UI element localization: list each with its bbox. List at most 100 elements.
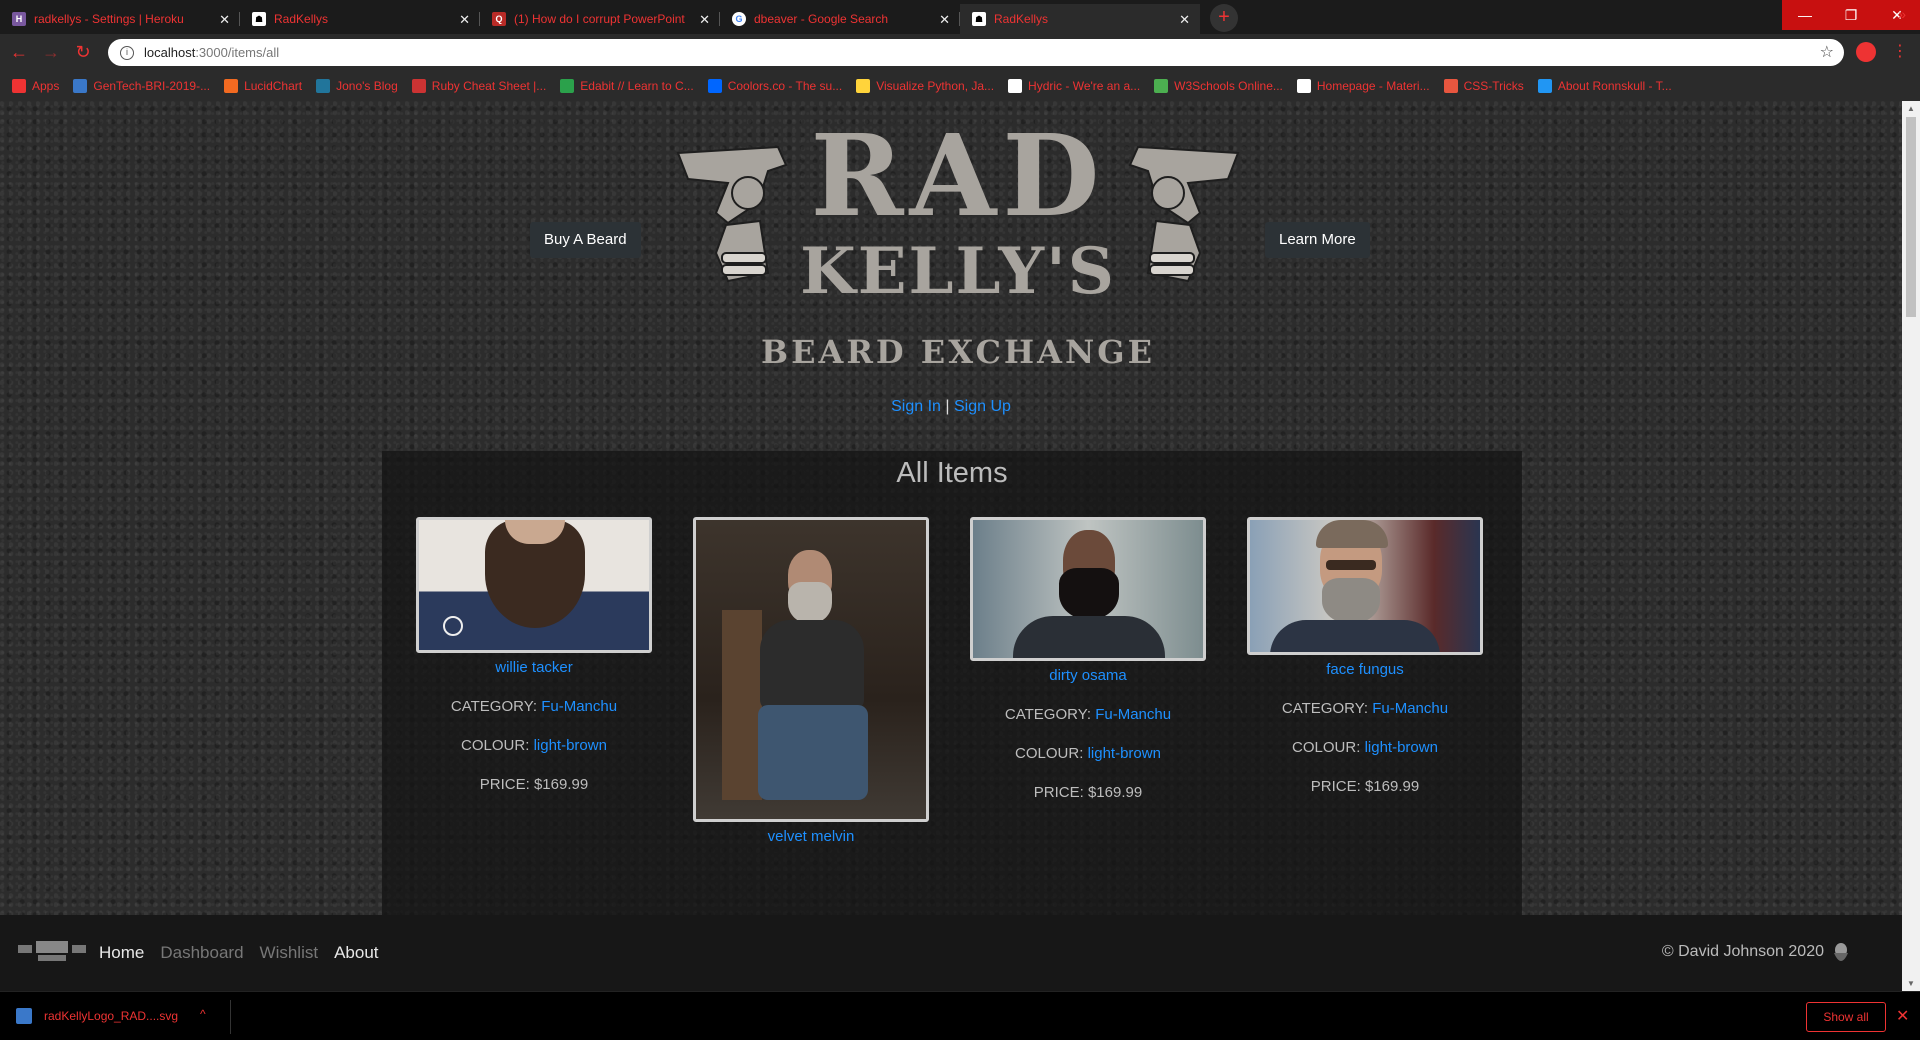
- bookmark-favicon-icon: [560, 79, 575, 93]
- close-download-bar-icon[interactable]: ✕: [1896, 1006, 1909, 1026]
- page-content: Buy A Beard Learn More RAD KELLY'S BEARD…: [0, 101, 1902, 991]
- restore-button[interactable]: ❐: [1828, 0, 1874, 30]
- item-price: PRICE: $169.99: [1033, 784, 1143, 801]
- learn-more-button[interactable]: Learn More: [1265, 222, 1370, 258]
- footer-link-home[interactable]: Home: [99, 943, 144, 963]
- browser-tab-active[interactable]: ☗ RadKellys ✕: [960, 4, 1200, 34]
- footer-link-wishlist[interactable]: Wishlist: [260, 943, 319, 963]
- tab-strip: H radkellys - Settings | Heroku ✕ ☗ RadK…: [0, 0, 1920, 34]
- page-scrollbar[interactable]: ▲ ▼: [1902, 101, 1920, 991]
- bookmark-favicon-icon: [316, 79, 331, 93]
- item-name-link[interactable]: velvet melvin: [693, 828, 929, 845]
- site-info-icon[interactable]: i: [120, 45, 134, 60]
- footer-logo-icon[interactable]: [16, 939, 88, 967]
- category-link[interactable]: Fu-Manchu: [541, 698, 617, 715]
- footer-link-about[interactable]: About: [334, 943, 378, 963]
- tab-title: (1) How do I corrupt PowerPoint: [514, 12, 685, 26]
- item-category: CATEGORY: Fu-Manchu: [450, 698, 618, 715]
- sign-in-link[interactable]: Sign In: [891, 398, 941, 415]
- bookmark-label: LucidChart: [244, 79, 303, 93]
- bookmark-item[interactable]: Homepage - Materi...: [1296, 79, 1430, 93]
- bookmark-label: Coolors.co - The su...: [727, 79, 843, 93]
- profile-avatar-icon[interactable]: [1856, 42, 1876, 62]
- browser-tab[interactable]: ☗ RadKellys ✕: [240, 4, 480, 34]
- google-favicon-icon: G: [732, 12, 746, 26]
- bookmark-label: CSS-Tricks: [1463, 79, 1524, 93]
- item-name-link[interactable]: willie tacker: [416, 659, 652, 676]
- item-card: dirty osama CATEGORY: Fu-Manchu COLOUR: …: [970, 517, 1206, 801]
- bookmark-item[interactable]: Ruby Cheat Sheet |...: [411, 79, 546, 93]
- copyright-text: © David Johnson 2020: [1661, 943, 1824, 960]
- browser-tab[interactable]: H radkellys - Settings | Heroku ✕: [0, 4, 240, 34]
- rad-kellys-logo[interactable]: RAD KELLY'S BEARD EXCHANGE: [668, 113, 1248, 373]
- bookmark-favicon-icon: [411, 79, 426, 93]
- bookmark-favicon-icon: [856, 79, 871, 93]
- close-tab-icon[interactable]: ✕: [939, 12, 950, 28]
- minimize-button[interactable]: —: [1782, 0, 1828, 30]
- footer-nav: Home Dashboard Wishlist About: [99, 943, 379, 963]
- category-link[interactable]: Fu-Manchu: [1372, 700, 1448, 717]
- bookmark-item[interactable]: Coolors.co - The su...: [707, 79, 843, 93]
- bookmark-item[interactable]: Edabit // Learn to C...: [560, 79, 694, 93]
- close-window-button[interactable]: ✕: [1874, 0, 1920, 30]
- browser-toolbar: ← → ↻ i localhost:3000/items/all ☆: [0, 34, 1920, 71]
- bookmark-label: About Ronnskull - T...: [1557, 79, 1672, 93]
- buy-a-beard-button[interactable]: Buy A Beard: [530, 222, 641, 258]
- bookmark-item[interactable]: Hydric - We're an a...: [1008, 79, 1140, 93]
- more-bookmarks-icon[interactable]: »: [1898, 6, 1906, 22]
- browser-tab[interactable]: Q (1) How do I corrupt PowerPoint ✕: [480, 4, 720, 34]
- bookmark-favicon-icon: [1537, 79, 1552, 93]
- bookmark-item[interactable]: W3Schools Online...: [1154, 79, 1283, 93]
- bookmark-item[interactable]: About Ronnskull - T...: [1537, 79, 1672, 93]
- download-item[interactable]: radKellyLogo_RAD....svg: [16, 1008, 178, 1024]
- close-tab-icon[interactable]: ✕: [1179, 12, 1190, 28]
- item-name-link[interactable]: face fungus: [1247, 661, 1483, 678]
- forward-arrow-icon[interactable]: →: [38, 42, 64, 63]
- bookmark-item[interactable]: Jono's Blog: [316, 79, 398, 93]
- footer-link-dashboard[interactable]: Dashboard: [160, 943, 243, 963]
- download-options-chevron-icon[interactable]: ^: [200, 1007, 206, 1021]
- scroll-down-icon[interactable]: ▼: [1907, 979, 1915, 988]
- address-bar[interactable]: i localhost:3000/items/all ☆: [108, 39, 1844, 66]
- download-filename: radKellyLogo_RAD....svg: [44, 1009, 179, 1023]
- url-text: localhost:3000/items/all: [144, 45, 280, 60]
- close-tab-icon[interactable]: ✕: [459, 12, 470, 28]
- colour-link[interactable]: light-brown: [1365, 739, 1438, 756]
- item-colour: COLOUR: light-brown: [1292, 739, 1438, 756]
- close-tab-icon[interactable]: ✕: [699, 12, 710, 28]
- browser-menu-icon[interactable]: ⋮: [1892, 41, 1908, 61]
- new-tab-button[interactable]: +: [1210, 4, 1238, 32]
- item-image[interactable]: [416, 517, 652, 653]
- item-price: PRICE: $169.99: [1310, 778, 1420, 795]
- cookie-badge-icon: [443, 616, 463, 636]
- bookmark-favicon-icon: [73, 79, 88, 93]
- left-revolver-icon: [676, 145, 788, 283]
- item-name-link[interactable]: dirty osama: [970, 667, 1206, 684]
- item-category: CATEGORY: Fu-Manchu: [1004, 706, 1172, 723]
- bookmark-star-icon[interactable]: ☆: [1820, 42, 1834, 62]
- bookmark-label: Edabit // Learn to C...: [580, 79, 694, 93]
- show-all-downloads-button[interactable]: Show all: [1806, 1002, 1886, 1032]
- bookmark-item[interactable]: CSS-Tricks: [1443, 79, 1524, 93]
- item-card: face fungus CATEGORY: Fu-Manchu COLOUR: …: [1247, 517, 1483, 795]
- scrollbar-thumb[interactable]: [1906, 117, 1916, 317]
- reload-icon[interactable]: ↻: [70, 42, 96, 63]
- category-link[interactable]: Fu-Manchu: [1095, 706, 1171, 723]
- close-tab-icon[interactable]: ✕: [219, 12, 230, 28]
- item-image[interactable]: [693, 517, 929, 822]
- browser-tab[interactable]: G dbeaver - Google Search ✕: [720, 4, 960, 34]
- back-arrow-icon[interactable]: ←: [6, 42, 32, 63]
- scroll-up-icon[interactable]: ▲: [1907, 104, 1915, 113]
- bookmark-item[interactable]: LucidChart: [224, 79, 302, 93]
- item-image[interactable]: [1247, 517, 1483, 655]
- bookmark-item[interactable]: Visualize Python, Ja...: [856, 79, 994, 93]
- bookmarks-bar: Apps GenTech-BRI-2019-... LucidChart Jono's…: [0, 71, 1920, 101]
- colour-link[interactable]: light-brown: [534, 737, 607, 754]
- bookmark-apps[interactable]: Apps: [12, 79, 59, 93]
- bookmark-favicon-icon: [224, 79, 239, 93]
- item-image[interactable]: [970, 517, 1206, 661]
- sign-up-link[interactable]: Sign Up: [954, 398, 1011, 415]
- bookmark-item[interactable]: GenTech-BRI-2019-...: [73, 79, 210, 93]
- colour-link[interactable]: light-brown: [1088, 745, 1161, 762]
- bookmark-label: Hydric - We're an a...: [1028, 79, 1141, 93]
